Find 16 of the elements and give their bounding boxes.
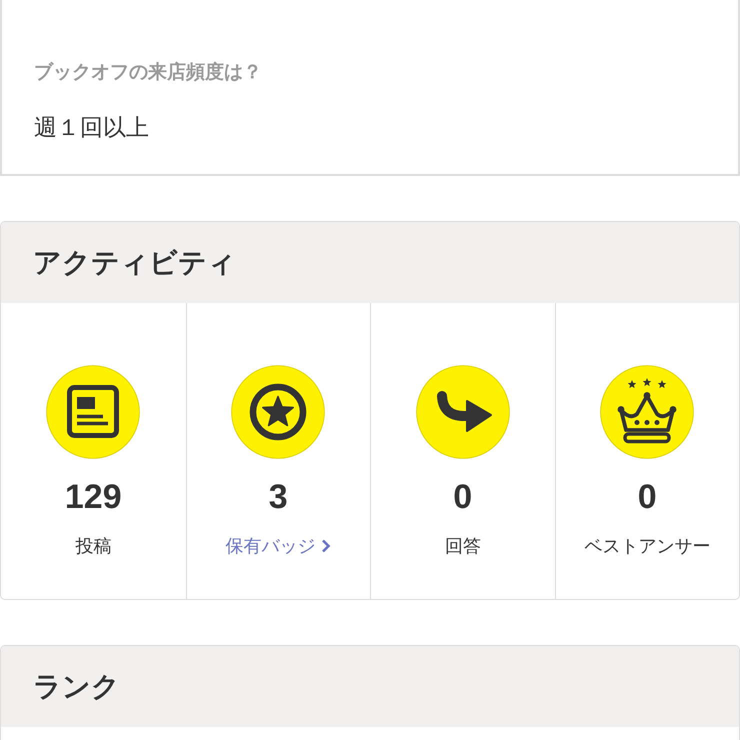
stat-value: 3: [268, 477, 288, 517]
star-badge-icon: [231, 365, 326, 459]
crown-icon: [600, 365, 694, 459]
question-label: ブックオフの来店頻度は？: [34, 60, 263, 85]
stat-link[interactable]: 保有バッジ: [225, 533, 332, 559]
stat-value: 129: [64, 477, 122, 517]
stat-label: ベストアンサー: [584, 535, 710, 558]
stat-label: 投稿: [75, 535, 112, 558]
section-title: アクティビティ: [33, 246, 236, 280]
section-title: ランク: [33, 670, 120, 704]
chevron-icon: [321, 539, 332, 553]
stat-value: 0: [638, 477, 657, 517]
stat-label: 回答: [444, 535, 481, 558]
stat-value: 0: [453, 477, 472, 517]
answer-text: 週１回以上: [34, 114, 150, 140]
document-icon: [46, 365, 140, 459]
